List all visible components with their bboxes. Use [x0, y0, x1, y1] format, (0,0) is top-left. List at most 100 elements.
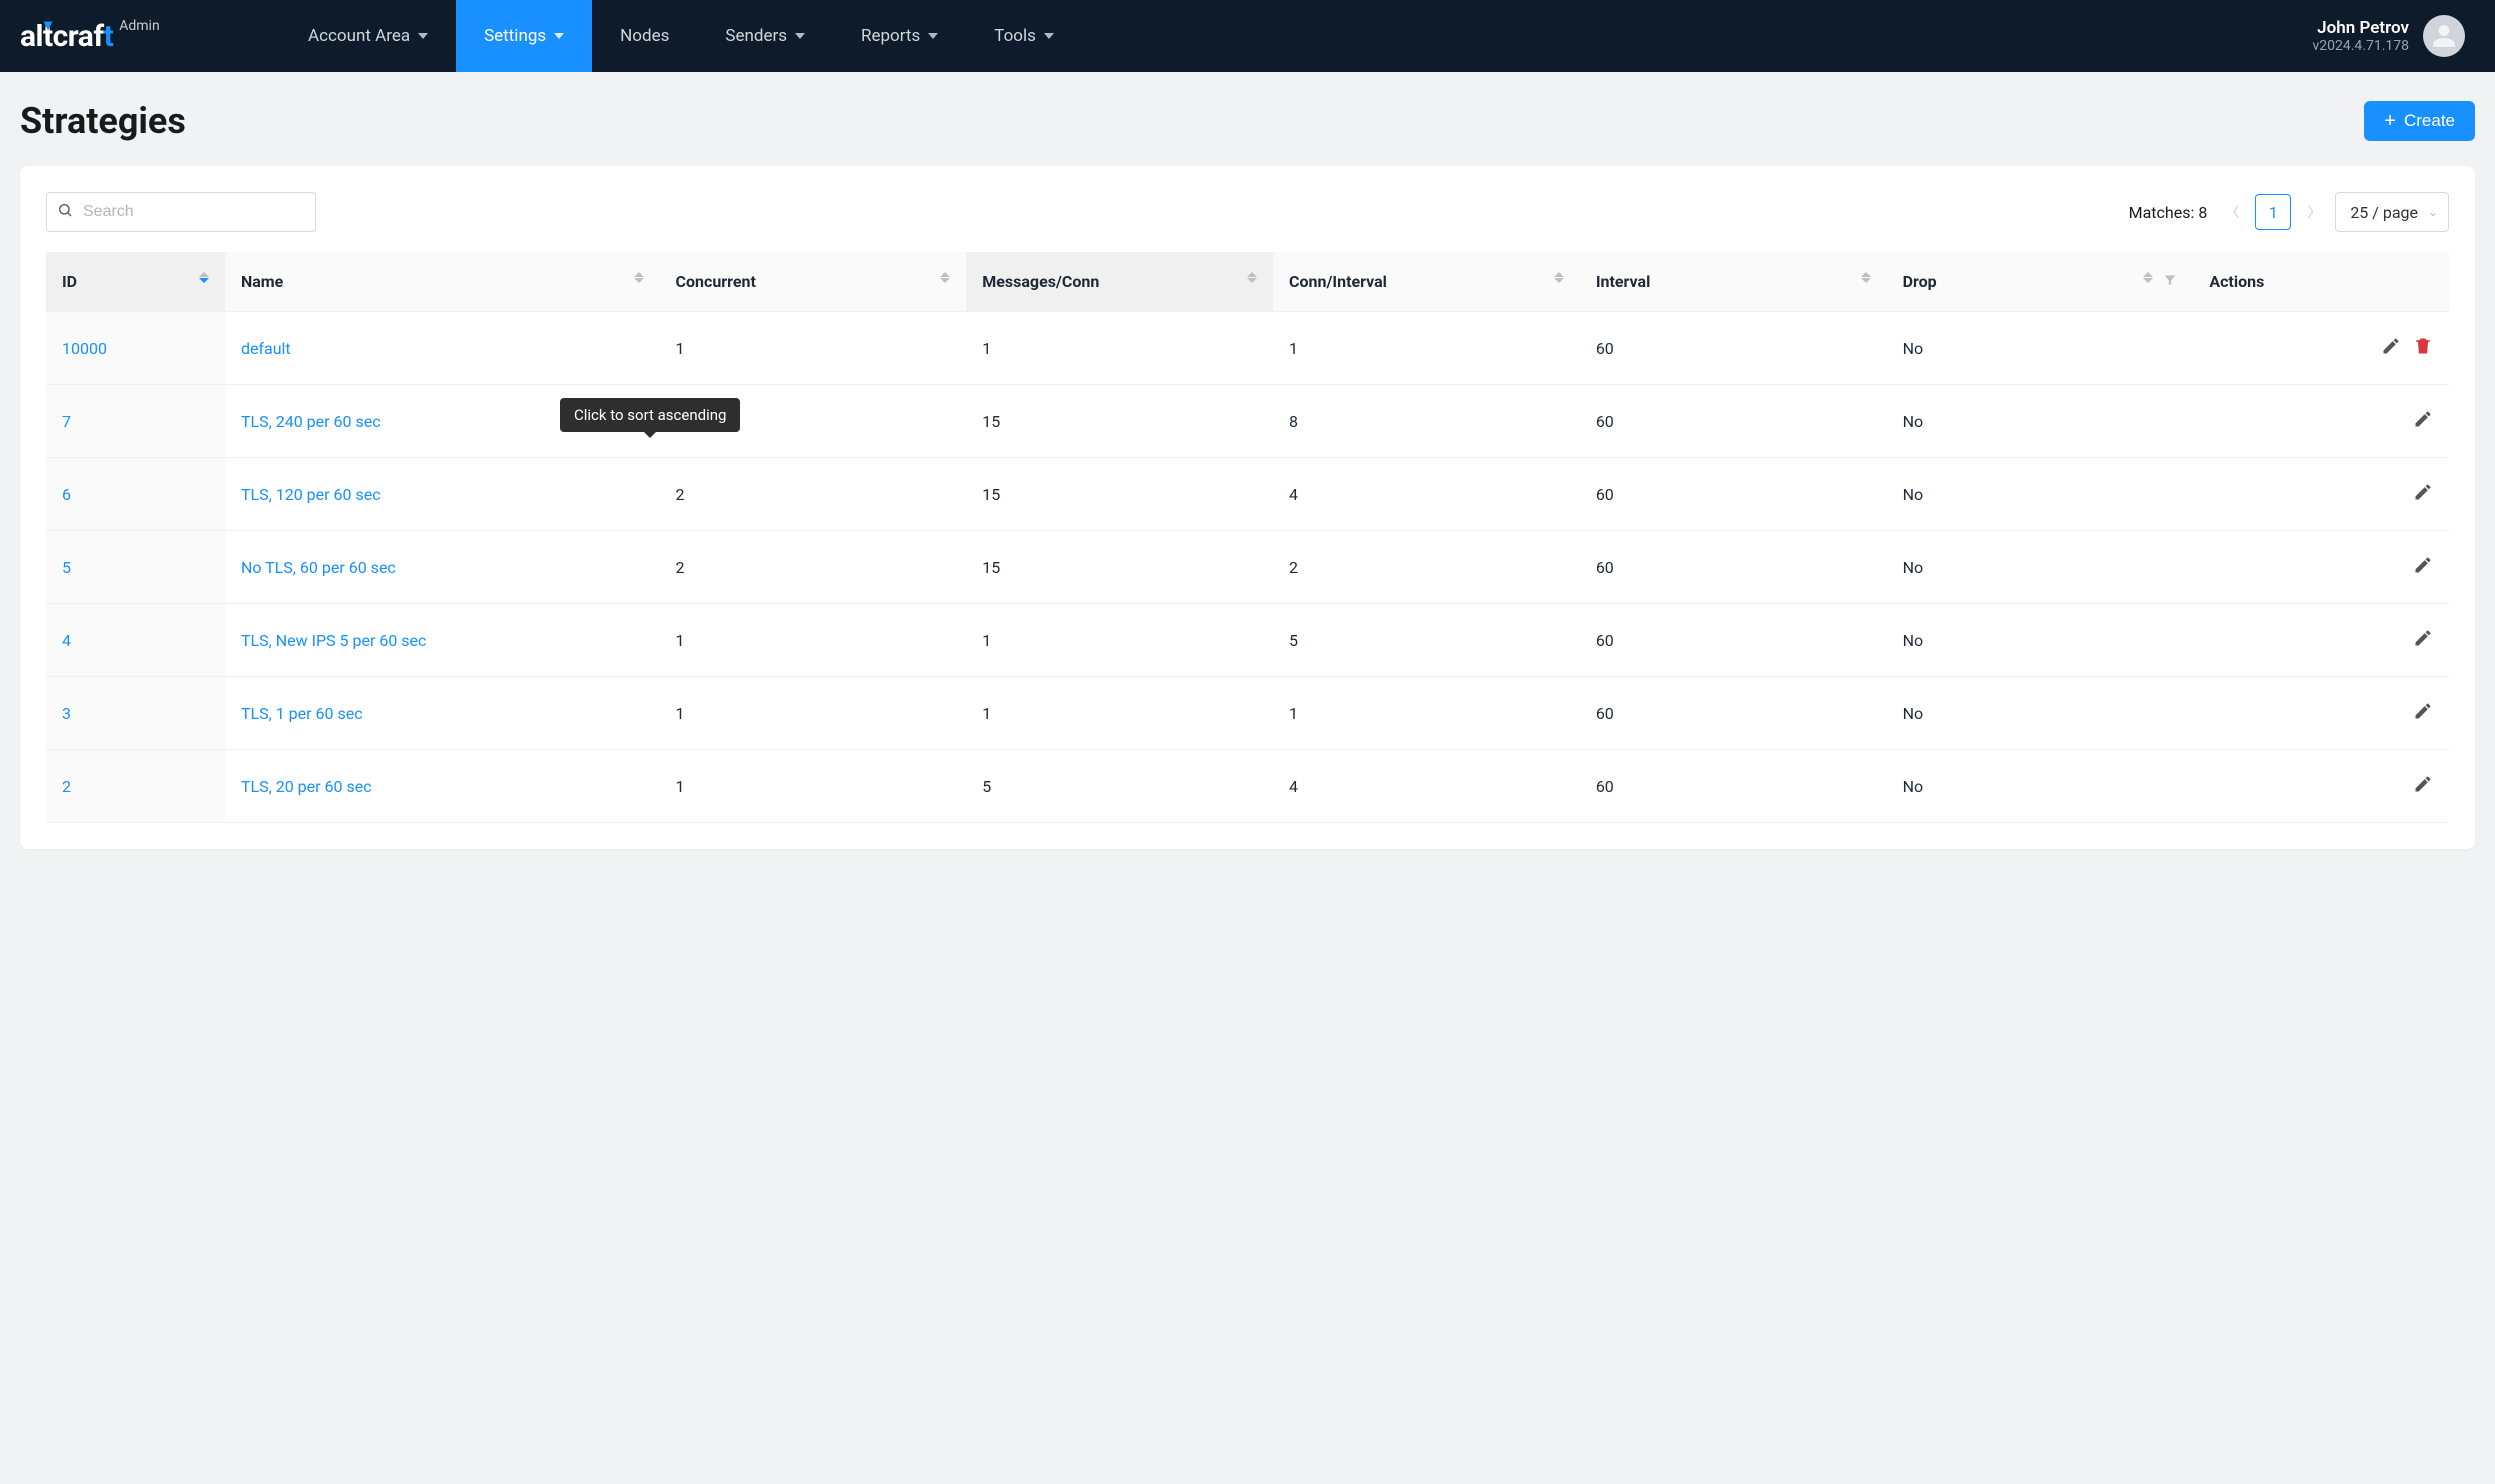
row-name-link[interactable]: TLS, 120 per 60 sec: [241, 485, 381, 504]
nav-reports[interactable]: Reports: [833, 0, 966, 72]
row-conninterval: 1: [1273, 677, 1580, 750]
brand-suffix: Admin: [119, 18, 159, 34]
nav-nodes[interactable]: Nodes: [592, 0, 697, 72]
row-concurrent: 2: [660, 531, 967, 604]
row-msgconn: 1: [966, 677, 1273, 750]
col-concurrent[interactable]: Concurrent: [660, 252, 967, 312]
chevron-down-icon: [554, 33, 564, 39]
row-conninterval: 8: [1273, 385, 1580, 458]
edit-icon[interactable]: [2413, 482, 2433, 502]
edit-icon[interactable]: [2381, 336, 2401, 356]
app-version: v2024.4.71.178: [2312, 38, 2409, 54]
main-nav: Account Area Settings Nodes Senders Repo…: [280, 0, 1082, 72]
search-wrap: [46, 192, 316, 232]
row-drop: No: [1887, 604, 2194, 677]
user-name: John Petrov: [2312, 18, 2409, 38]
edit-icon[interactable]: [2413, 701, 2433, 721]
filter-icon[interactable]: [2163, 272, 2177, 291]
col-messages-conn[interactable]: Messages/Conn: [966, 252, 1273, 312]
delete-icon[interactable]: [2413, 336, 2433, 356]
data-table: ID Name Concurrent Messages/Conn: [46, 252, 2449, 823]
sort-icon: [2143, 272, 2153, 283]
edit-icon[interactable]: [2413, 409, 2433, 429]
row-conninterval: 1: [1273, 312, 1580, 385]
row-interval: 60: [1580, 677, 1887, 750]
page-size-label: 25 / page: [2350, 203, 2418, 222]
user-menu[interactable]: John Petrov v2024.4.71.178: [2312, 0, 2475, 72]
row-id-link[interactable]: 6: [62, 485, 71, 504]
col-actions: Actions: [2193, 252, 2449, 312]
row-drop: No: [1887, 750, 2194, 823]
table-row: 7TLS, 240 per 60 sec215860No: [46, 385, 2449, 458]
create-button[interactable]: + Create: [2364, 101, 2475, 141]
row-conninterval: 4: [1273, 458, 1580, 531]
chevron-down-icon: ⌄: [2428, 205, 2438, 219]
col-name[interactable]: Name: [225, 252, 660, 312]
row-id-link[interactable]: 4: [62, 631, 71, 650]
row-id-link[interactable]: 10000: [62, 339, 107, 358]
row-interval: 60: [1580, 604, 1887, 677]
edit-icon[interactable]: [2413, 774, 2433, 794]
nav-label: Reports: [861, 26, 920, 46]
nav-label: Nodes: [620, 26, 669, 46]
row-id-link[interactable]: 2: [62, 777, 71, 796]
row-msgconn: 5: [966, 750, 1273, 823]
chevron-down-icon: [418, 33, 428, 39]
sort-icon: [199, 272, 209, 283]
chevron-down-icon: [795, 33, 805, 39]
row-msgconn: 15: [966, 531, 1273, 604]
col-interval[interactable]: Interval: [1580, 252, 1887, 312]
row-conninterval: 2: [1273, 531, 1580, 604]
sort-icon: [1247, 272, 1257, 283]
nav-account-area[interactable]: Account Area: [280, 0, 456, 72]
row-concurrent: 1: [660, 750, 967, 823]
row-name-link[interactable]: TLS, 20 per 60 sec: [241, 777, 372, 796]
table-row: 6TLS, 120 per 60 sec215460No: [46, 458, 2449, 531]
row-concurrent: 1: [660, 604, 967, 677]
row-msgconn: 1: [966, 312, 1273, 385]
nav-settings[interactable]: Settings: [456, 0, 592, 72]
row-id-link[interactable]: 5: [62, 558, 71, 577]
brand-logo: alt▾craft: [20, 19, 113, 54]
row-name-link[interactable]: default: [241, 339, 291, 358]
row-id-link[interactable]: 7: [62, 412, 71, 431]
page-number[interactable]: 1: [2255, 194, 2291, 230]
row-name-link[interactable]: TLS, 240 per 60 sec: [241, 412, 381, 431]
row-interval: 60: [1580, 385, 1887, 458]
nav-senders[interactable]: Senders: [697, 0, 833, 72]
row-drop: No: [1887, 385, 2194, 458]
row-concurrent: 1: [660, 312, 967, 385]
edit-icon[interactable]: [2413, 555, 2433, 575]
edit-icon[interactable]: [2413, 628, 2433, 648]
row-name-link[interactable]: No TLS, 60 per 60 sec: [241, 558, 396, 577]
brand: alt▾craft Admin: [20, 0, 280, 72]
col-conn-interval[interactable]: Conn/Interval: [1273, 252, 1580, 312]
row-msgconn: 15: [966, 458, 1273, 531]
row-concurrent: 2: [660, 458, 967, 531]
row-drop: No: [1887, 458, 2194, 531]
create-label: Create: [2404, 111, 2455, 131]
page-title: Strategies: [20, 100, 186, 142]
table-row: 4TLS, New IPS 5 per 60 sec11560No: [46, 604, 2449, 677]
row-interval: 60: [1580, 531, 1887, 604]
sort-icon: [1554, 272, 1564, 283]
row-msgconn: 1: [966, 604, 1273, 677]
topbar: alt▾craft Admin Account Area Settings No…: [0, 0, 2495, 72]
table-row: 10000default11160No: [46, 312, 2449, 385]
row-name-link[interactable]: TLS, New IPS 5 per 60 sec: [241, 631, 426, 650]
nav-tools[interactable]: Tools: [966, 0, 1082, 72]
search-input[interactable]: [46, 192, 316, 232]
page-prev[interactable]: 〈: [2225, 202, 2239, 222]
col-drop[interactable]: Drop: [1887, 252, 2194, 312]
pagination: 〈 1 〉: [2225, 194, 2321, 230]
sort-icon: [634, 272, 644, 283]
page-size-select[interactable]: 25 / page ⌄: [2335, 192, 2449, 232]
content-card: Click to sort ascending Matches: 8 〈 1 〉…: [20, 166, 2475, 849]
row-name-link[interactable]: TLS, 1 per 60 sec: [241, 704, 363, 723]
row-concurrent: 1: [660, 677, 967, 750]
page-next[interactable]: 〉: [2307, 202, 2321, 222]
row-interval: 60: [1580, 750, 1887, 823]
col-id[interactable]: ID: [46, 252, 225, 312]
table-row: 2TLS, 20 per 60 sec15460No: [46, 750, 2449, 823]
row-id-link[interactable]: 3: [62, 704, 71, 723]
